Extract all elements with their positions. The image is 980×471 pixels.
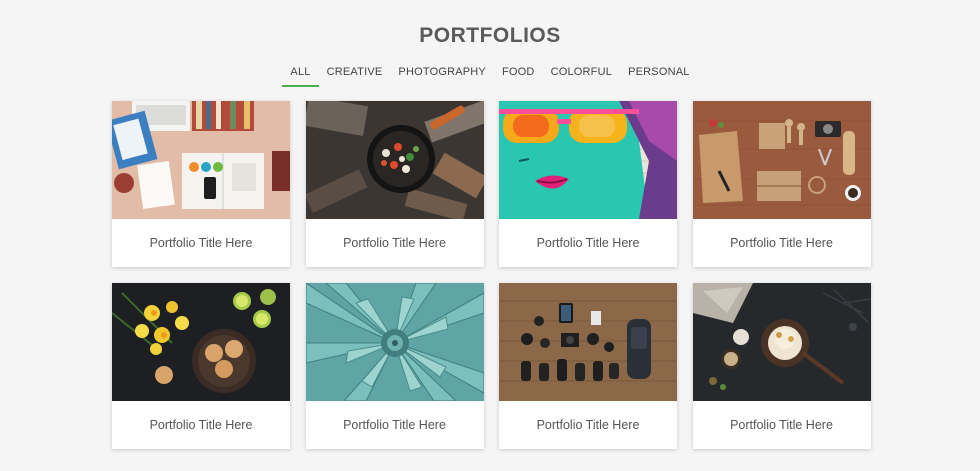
portfolio-card[interactable]: Portfolio Title Here [499, 283, 677, 449]
filter-tab-creative[interactable]: CREATIVE [319, 58, 391, 87]
portfolio-card-title: Portfolio Title Here [343, 418, 446, 432]
succulent-plant-image [305, 283, 484, 401]
graffiti-face-image [499, 101, 677, 219]
portfolio-card-title: Portfolio Title Here [343, 236, 446, 250]
dark-food-table-image [692, 283, 871, 401]
portfolio-card[interactable]: Portfolio Title Here [692, 101, 871, 267]
craft-tools-image [692, 101, 871, 219]
portfolio-card-title: Portfolio Title Here [149, 236, 253, 250]
daffodils-cookies-image [112, 283, 290, 401]
portfolio-card[interactable]: Portfolio Title Here [112, 101, 290, 267]
portfolio-filter-bar: ALL CREATIVE PHOTOGRAPHY FOOD COLORFUL P… [0, 58, 980, 87]
filter-tab-all[interactable]: ALL [282, 58, 319, 87]
filter-tab-photography[interactable]: PHOTOGRAPHY [390, 58, 494, 87]
portfolio-card[interactable]: Portfolio Title Here [692, 283, 871, 449]
portfolio-card[interactable]: Portfolio Title Here [305, 101, 484, 267]
portfolio-card[interactable]: Portfolio Title Here [305, 283, 484, 449]
filter-tab-personal[interactable]: PERSONAL [620, 58, 698, 87]
portfolio-card-title: Portfolio Title Here [730, 236, 833, 250]
portfolio-card-title: Portfolio Title Here [536, 236, 640, 250]
portfolio-card[interactable]: Portfolio Title Here [112, 283, 290, 449]
filter-tab-food[interactable]: FOOD [494, 58, 543, 87]
portfolio-grid: Portfolio Title Here Portfolio Title Her… [112, 101, 871, 449]
filter-tab-colorful[interactable]: COLORFUL [543, 58, 621, 87]
campfire-pan-image [305, 101, 484, 219]
portfolio-card-title: Portfolio Title Here [149, 418, 253, 432]
portfolio-card[interactable]: Portfolio Title Here [499, 101, 677, 267]
portfolio-card-title: Portfolio Title Here [730, 418, 833, 432]
page-title: PORTFOLIOS [419, 24, 561, 47]
camera-gear-image [499, 283, 677, 401]
desk-workspace-image [112, 101, 290, 219]
portfolio-card-title: Portfolio Title Here [536, 418, 640, 432]
